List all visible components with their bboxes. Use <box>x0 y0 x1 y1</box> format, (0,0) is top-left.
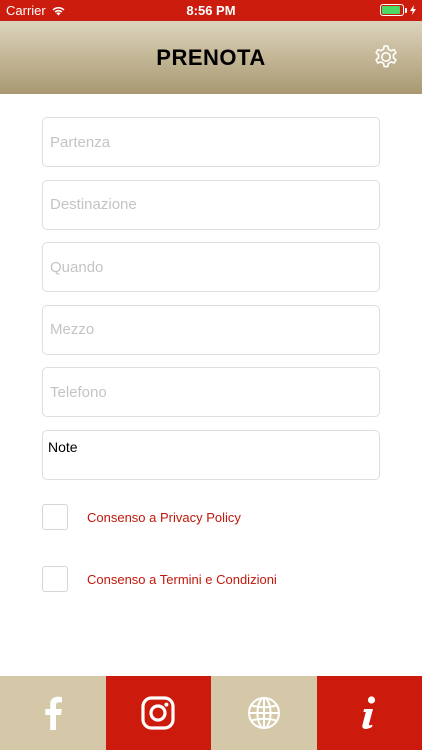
instagram-icon <box>141 696 175 730</box>
terms-consent-checkbox[interactable] <box>42 566 68 592</box>
note-label: Note <box>48 438 78 455</box>
vehicle-input[interactable] <box>50 321 379 338</box>
phone-field[interactable] <box>42 367 380 417</box>
departure-field[interactable] <box>42 117 380 167</box>
status-bar: Carrier 8:56 PM <box>0 0 422 21</box>
terms-consent-row[interactable]: Consenso a Termini e Condizioni <box>42 566 277 592</box>
facebook-icon <box>45 696 62 730</box>
info-icon <box>362 696 376 729</box>
website-button[interactable] <box>211 676 317 750</box>
note-field[interactable]: Note <box>42 429 380 480</box>
when-input[interactable] <box>50 258 379 276</box>
page-title: PRENOTA <box>156 45 266 70</box>
vehicle-field[interactable] <box>42 304 380 355</box>
battery-indicator <box>380 4 416 16</box>
privacy-consent-label[interactable]: Consenso a Privacy Policy <box>87 510 241 525</box>
instagram-button[interactable] <box>105 676 211 750</box>
battery-tip <box>405 7 407 13</box>
bottom-toolbar <box>0 676 422 750</box>
charging-bolt-icon <box>410 5 416 15</box>
booking-form: Note <box>42 117 380 480</box>
privacy-consent-row[interactable]: Consenso a Privacy Policy <box>42 504 241 530</box>
terms-consent-label[interactable]: Consenso a Termini e Condizioni <box>87 572 277 587</box>
gear-icon[interactable] <box>372 43 400 71</box>
facebook-button[interactable] <box>0 676 106 750</box>
destination-field[interactable] <box>42 179 380 230</box>
privacy-consent-checkbox[interactable] <box>42 504 68 530</box>
info-button[interactable] <box>316 676 422 750</box>
destination-input[interactable] <box>50 196 379 213</box>
when-field[interactable] <box>42 242 380 292</box>
departure-input[interactable] <box>50 133 379 151</box>
battery-icon <box>380 4 404 16</box>
status-time: 8:56 PM <box>186 3 236 18</box>
globe-icon <box>247 697 280 729</box>
phone-input[interactable] <box>50 383 379 401</box>
header-bar: PRENOTA <box>0 21 422 94</box>
battery-fill <box>382 6 400 14</box>
